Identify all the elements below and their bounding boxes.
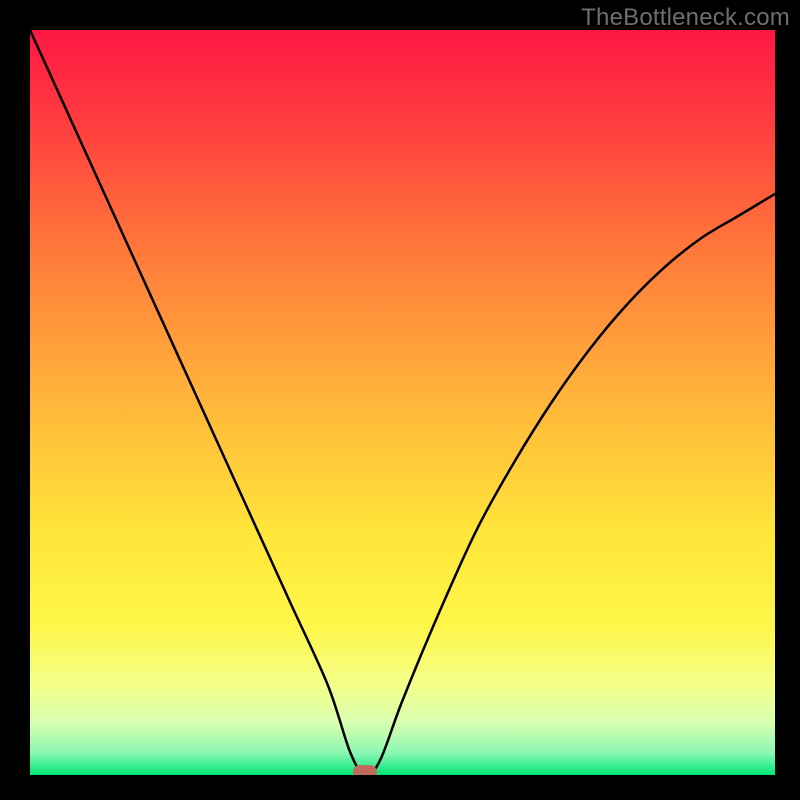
watermark-text: TheBottleneck.com [581, 4, 790, 32]
optimum-marker [353, 765, 377, 775]
chart-frame: TheBottleneck.com [0, 0, 800, 800]
plot-area [30, 30, 775, 775]
bottleneck-curve [30, 30, 775, 775]
